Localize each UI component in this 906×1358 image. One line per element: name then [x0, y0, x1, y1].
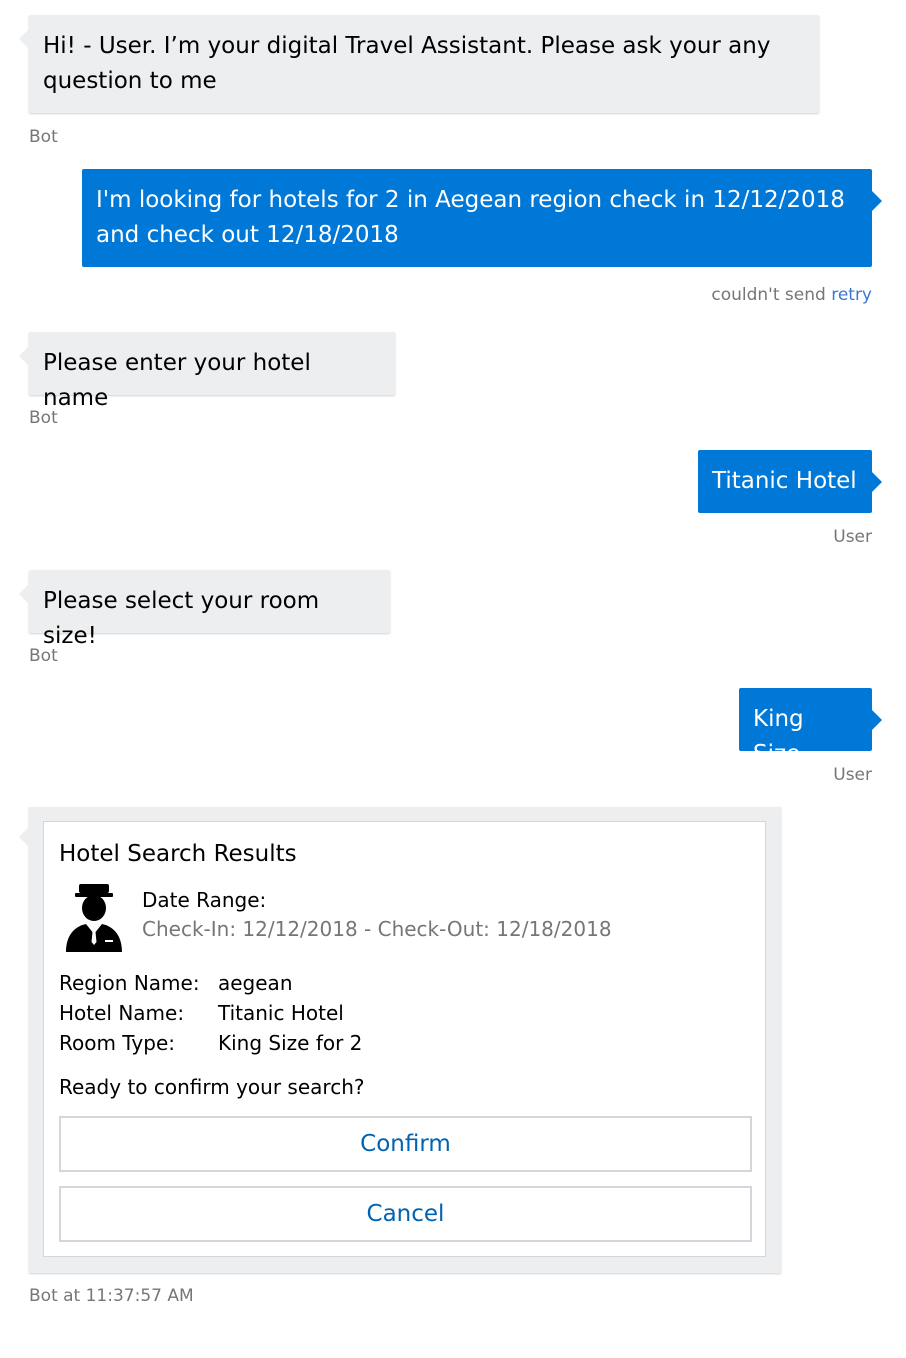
bot-message-text: Please enter your hotel name [43, 350, 319, 411]
fact-value: King Size for 2 [218, 1031, 363, 1055]
fact-value: Titanic Hotel [218, 1001, 344, 1025]
fact-label: Region Name: [59, 971, 200, 995]
fact-value: aegean [218, 971, 293, 995]
card-timestamp: Bot at 11:37:57 AM [29, 1286, 194, 1306]
fact-label: Room Type: [59, 1031, 175, 1055]
fact-label: Hotel Name: [59, 1001, 185, 1025]
hotel-results-card-message: Hotel Search Results Date Range: Check-I… [29, 807, 781, 1273]
card-title: Hotel Search Results [59, 841, 297, 867]
user-message-text: Titanic Hotel [712, 468, 857, 494]
send-failed-text: couldn't send [711, 285, 826, 305]
date-range-value: Check-In: 12/12/2018 - Check-Out: 12/18/… [142, 917, 612, 941]
message-sender: Bot [29, 127, 58, 147]
confirm-button[interactable]: Confirm [59, 1116, 752, 1172]
date-range-label: Date Range: [142, 888, 267, 912]
message-status: couldn't send retry [711, 284, 872, 306]
cancel-button[interactable]: Cancel [59, 1186, 752, 1242]
retry-link[interactable]: retry [831, 285, 872, 305]
confirm-prompt: Ready to confirm your search? [59, 1075, 365, 1099]
bot-message-text: Please select your room size! [43, 588, 327, 649]
hotel-results-card: Hotel Search Results Date Range: Check-I… [43, 821, 766, 1257]
bot-message: Please enter your hotel name [29, 332, 395, 411]
bot-message-text: Hi! - User. I’m your digital Travel Assi… [43, 33, 771, 94]
message-sender: User [833, 527, 872, 547]
user-message: Titanic Hotel [698, 450, 872, 513]
bot-message: Please select your room size! [29, 570, 390, 649]
user-message-text: I'm looking for hotels for 2 in Aegean r… [96, 187, 845, 248]
bot-message: Hi! - User. I’m your digital Travel Assi… [29, 15, 819, 113]
user-message: King Size [739, 688, 872, 767]
message-sender: Bot [29, 646, 58, 666]
message-sender: Bot [29, 408, 58, 428]
bellhop-icon [66, 884, 122, 952]
user-message: I'm looking for hotels for 2 in Aegean r… [82, 169, 872, 267]
message-sender: User [833, 765, 872, 785]
